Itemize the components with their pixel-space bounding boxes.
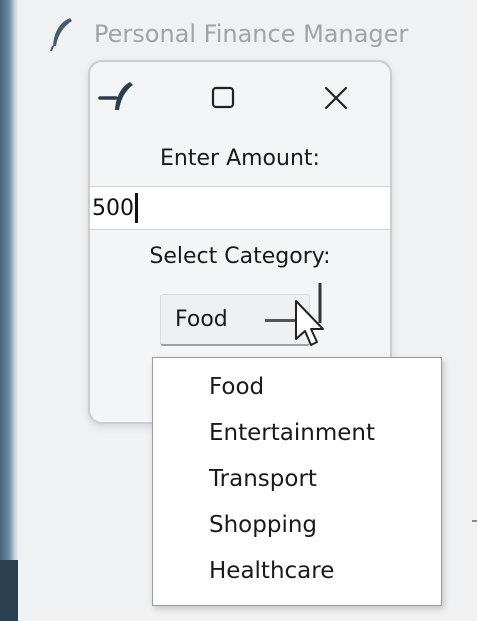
- category-dropdown-menu: Food Entertainment Transport Shopping He…: [152, 357, 442, 606]
- main-window-titlebar: Personal Finance Manager: [36, 6, 477, 62]
- dropdown-item-shopping[interactable]: Shopping: [209, 512, 317, 538]
- category-label: Select Category:: [149, 244, 331, 269]
- dropdown-item-entertainment[interactable]: Entertainment: [209, 420, 375, 446]
- dropdown-item-food[interactable]: Food: [209, 374, 264, 400]
- desktop-edge: [0, 0, 18, 621]
- maximize-icon[interactable]: [204, 80, 244, 116]
- main-window-title: Personal Finance Manager: [94, 20, 409, 48]
- amount-input[interactable]: 500: [90, 186, 390, 230]
- category-option-menu[interactable]: Food: [160, 294, 310, 346]
- text-caret: [135, 193, 138, 223]
- dialog-titlebar: [90, 62, 390, 132]
- window-edge-mark: [472, 520, 477, 522]
- mouse-pointer-icon: [295, 283, 324, 346]
- dropdown-item-transport[interactable]: Transport: [209, 466, 317, 492]
- feather-icon: [98, 82, 133, 110]
- screen: Personal Finance Manager Enter Amount: 5…: [0, 0, 477, 621]
- amount-label: Enter Amount:: [160, 146, 320, 171]
- desktop-edge-dark: [0, 560, 18, 621]
- category-selected-value: Food: [175, 307, 228, 332]
- dropdown-item-healthcare[interactable]: Healthcare: [209, 558, 334, 584]
- feather-icon: [50, 18, 72, 52]
- close-icon[interactable]: [316, 78, 356, 118]
- amount-input-value: 500: [92, 195, 134, 221]
